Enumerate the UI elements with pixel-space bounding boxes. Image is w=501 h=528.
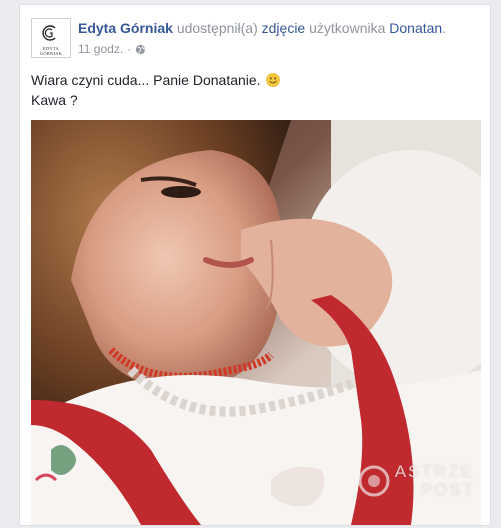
owner-name: Donatan <box>389 20 443 36</box>
watermark-line-1: ASTRZE <box>394 462 474 481</box>
post-photo[interactable]: ASTRZE POST <box>31 120 481 525</box>
owner-link[interactable]: Donatan <box>385 20 442 36</box>
post-card: EDYTA GÓRNIAK Edyta Górniak udostępnił(a… <box>19 4 491 526</box>
post-meta: 11 godz. · <box>78 42 146 56</box>
watermark-logo-icon <box>358 465 390 497</box>
watermark: ASTRZE POST <box>357 463 475 499</box>
globe-icon[interactable] <box>135 44 146 55</box>
photo-link[interactable]: zdjęcie <box>262 20 306 36</box>
smiley-emoji-icon <box>266 73 281 87</box>
author-link[interactable]: Edyta Górniak <box>78 20 173 36</box>
post-header: Edyta Górniak udostępnił(a) zdjęcie użyt… <box>78 20 446 36</box>
avatar-logo-text: EDYTA GÓRNIAK <box>39 46 63 56</box>
meta-separator: · <box>127 42 132 56</box>
eg-logo-icon <box>42 25 56 41</box>
middle-text: użytkownika <box>309 20 386 36</box>
action-text: udostępnił(a) <box>176 20 258 36</box>
message-line-2: Kawa ? <box>31 92 78 108</box>
message-line-1: Wiara czyni cuda... Panie Donatanie. <box>31 70 281 90</box>
post-message: Wiara czyni cuda... Panie Donatanie. Kaw… <box>31 70 281 110</box>
page-avatar[interactable]: EDYTA GÓRNIAK <box>31 18 71 58</box>
post-timestamp[interactable]: 11 godz. <box>78 42 123 56</box>
watermark-text: ASTRZE POST <box>395 463 475 499</box>
message-line-1-text: Wiara czyni cuda... Panie Donatanie. <box>31 72 261 88</box>
owner-suffix: . <box>442 20 447 36</box>
watermark-line-2: POST <box>420 480 475 499</box>
